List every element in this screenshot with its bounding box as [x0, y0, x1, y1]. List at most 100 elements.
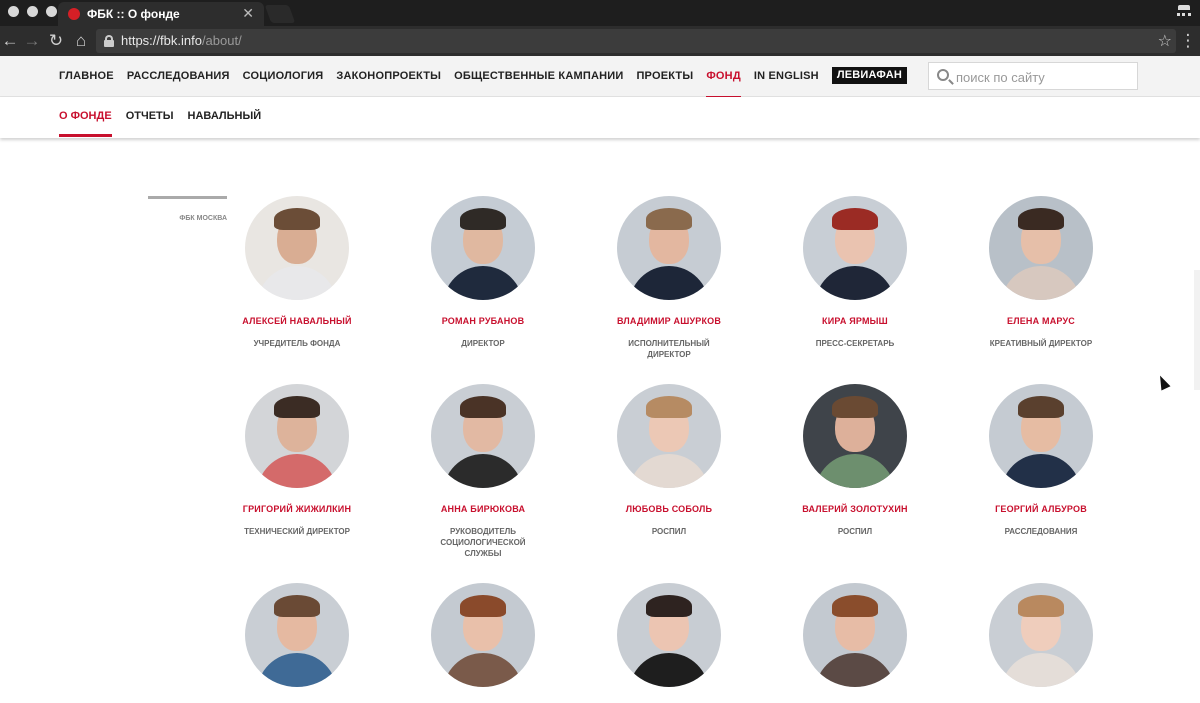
- site-main-nav: ГЛАВНОЕ РАССЛЕДОВАНИЯ СОЦИОЛОГИЯ ЗАКОНОПРОЕ…: [0, 56, 1200, 99]
- avatar-body: [443, 454, 523, 488]
- avatar-hair: [646, 595, 692, 617]
- team-member-card[interactable]: ВАЛЕРИЙ ЗОЛОТУХИН РОСПИЛ: [755, 384, 955, 537]
- favicon-icon: [68, 8, 80, 20]
- nav-item[interactable]: ФОНД: [706, 70, 741, 99]
- nav-item[interactable]: ПРОЕКТЫ: [636, 70, 693, 84]
- reload-button[interactable]: ↻: [46, 31, 66, 51]
- address-bar[interactable]: https://fbk.info/about/ ☆: [96, 29, 1176, 53]
- member-name[interactable]: КИРА ЯРМЫШ: [755, 316, 955, 326]
- avatar-body: [257, 266, 337, 300]
- subnav-item[interactable]: НАВАЛЬНЫЙ: [188, 110, 262, 122]
- avatar[interactable]: [803, 384, 907, 488]
- avatar[interactable]: [431, 583, 535, 687]
- avatar[interactable]: [245, 196, 349, 300]
- member-name[interactable]: ГЕОРГИЙ АЛБУРОВ: [941, 504, 1141, 514]
- tab-close-icon[interactable]: ✕: [242, 5, 254, 22]
- team-member-card[interactable]: [941, 583, 1141, 703]
- window-controls: [8, 6, 57, 17]
- avatar[interactable]: [245, 384, 349, 488]
- avatar[interactable]: [431, 196, 535, 300]
- sub-nav-list: О ФОНДЕ ОТЧЕТЫ НАВАЛЬНЫЙ: [59, 110, 275, 137]
- member-name[interactable]: ЕЛЕНА МАРУС: [941, 316, 1141, 326]
- new-tab-button[interactable]: [264, 5, 296, 23]
- avatar[interactable]: [803, 583, 907, 687]
- avatar-body: [257, 454, 337, 488]
- search-icon: [937, 69, 949, 81]
- avatar-body: [815, 653, 895, 687]
- search-input[interactable]: [956, 68, 1131, 86]
- avatar-hair: [274, 396, 320, 418]
- subnav-item[interactable]: ОТЧЕТЫ: [126, 110, 174, 122]
- avatar-hair: [460, 396, 506, 418]
- avatar[interactable]: [245, 583, 349, 687]
- nav-item[interactable]: ГЛАВНОЕ: [59, 70, 114, 84]
- forward-button[interactable]: →: [22, 31, 42, 51]
- team-member-card[interactable]: [569, 583, 769, 703]
- team-member-card[interactable]: [755, 583, 955, 703]
- member-name[interactable]: РОМАН РУБАНОВ: [383, 316, 583, 326]
- avatar-body: [815, 266, 895, 300]
- nav-item[interactable]: ОБЩЕСТВЕННЫЕ КАМПАНИИ: [454, 70, 623, 84]
- member-name[interactable]: ГРИГОРИЙ ЖИЖИЛКИН: [197, 504, 397, 514]
- avatar-body: [1001, 454, 1081, 488]
- team-member-card[interactable]: КИРА ЯРМЫШ ПРЕСС-СЕКРЕТАРЬ: [755, 196, 955, 349]
- team-member-card[interactable]: ЛЮБОВЬ СОБОЛЬ РОСПИЛ: [569, 384, 769, 537]
- team-member-card[interactable]: АЛЕКСЕЙ НАВАЛЬНЫЙ УЧРЕДИТЕЛЬ ФОНДА: [197, 196, 397, 349]
- bookmark-star-icon[interactable]: ☆: [1158, 31, 1172, 51]
- nav-item[interactable]: СОЦИОЛОГИЯ: [243, 70, 324, 84]
- team-member-card[interactable]: ГЕОРГИЙ АЛБУРОВ РАССЛЕДОВАНИЯ: [941, 384, 1141, 537]
- minimize-window-button[interactable]: [27, 6, 38, 17]
- avatar[interactable]: [803, 196, 907, 300]
- avatar-body: [443, 653, 523, 687]
- back-button[interactable]: ←: [0, 31, 20, 51]
- nav-item[interactable]: ЛЕВИАФАН: [831, 67, 907, 84]
- browser-tab-bar: ФБК :: О фонде ✕: [0, 0, 1200, 26]
- browser-menu-button[interactable]: ⋮: [1178, 31, 1198, 51]
- team-member-card[interactable]: РОМАН РУБАНОВ ДИРЕКТОР: [383, 196, 583, 349]
- mouse-cursor-icon: [1155, 373, 1171, 391]
- close-window-button[interactable]: [8, 6, 19, 17]
- browser-tab[interactable]: ФБК :: О фонде ✕: [58, 2, 264, 26]
- avatar[interactable]: [989, 384, 1093, 488]
- avatar-hair: [274, 208, 320, 230]
- avatar-body: [257, 653, 337, 687]
- avatar-hair: [274, 595, 320, 617]
- home-button[interactable]: ⌂: [71, 31, 91, 51]
- avatar-body: [815, 454, 895, 488]
- team-member-card[interactable]: ВЛАДИМИР АШУРКОВ ИСПОЛНИТЕЛЬНЫЙ ДИРЕКТОР: [569, 196, 769, 360]
- subnav-item[interactable]: О ФОНДЕ: [59, 110, 112, 137]
- maximize-window-button[interactable]: [46, 6, 57, 17]
- scrollbar[interactable]: [1194, 270, 1200, 390]
- url-text: https://fbk.info/about/: [121, 33, 242, 48]
- member-role: УЧРЕДИТЕЛЬ ФОНДА: [253, 339, 341, 348]
- nav-item[interactable]: IN ENGLISH: [754, 70, 819, 84]
- member-name[interactable]: АЛЕКСЕЙ НАВАЛЬНЫЙ: [197, 316, 397, 326]
- member-name[interactable]: АННА БИРЮКОВА: [383, 504, 583, 514]
- member-role: ТЕХНИЧЕСКИЙ ДИРЕКТОР: [244, 527, 350, 536]
- avatar[interactable]: [431, 384, 535, 488]
- team-member-card[interactable]: [383, 583, 583, 703]
- avatar[interactable]: [617, 583, 721, 687]
- avatar-hair: [832, 396, 878, 418]
- avatar[interactable]: [617, 196, 721, 300]
- member-name[interactable]: ВЛАДИМИР АШУРКОВ: [569, 316, 769, 326]
- member-name[interactable]: ЛЮБОВЬ СОБОЛЬ: [569, 504, 769, 514]
- team-member-card[interactable]: ГРИГОРИЙ ЖИЖИЛКИН ТЕХНИЧЕСКИЙ ДИРЕКТОР: [197, 384, 397, 537]
- site-sub-nav: О ФОНДЕ ОТЧЕТЫ НАВАЛЬНЫЙ: [0, 97, 1200, 138]
- avatar-body: [629, 454, 709, 488]
- team-member-card[interactable]: АННА БИРЮКОВА РУКОВОДИТЕЛЬ СОЦИОЛОГИЧЕСКО…: [383, 384, 583, 559]
- member-role: РУКОВОДИТЕЛЬ СОЦИОЛОГИЧЕСКОЙ СЛУЖБЫ: [440, 527, 526, 558]
- member-role: ДИРЕКТОР: [461, 339, 505, 348]
- team-member-card[interactable]: ЕЛЕНА МАРУС КРЕАТИВНЫЙ ДИРЕКТОР: [941, 196, 1141, 349]
- avatar[interactable]: [617, 384, 721, 488]
- site-search[interactable]: [928, 62, 1138, 90]
- main-nav-list: ГЛАВНОЕ РАССЛЕДОВАНИЯ СОЦИОЛОГИЯ ЗАКОНОПРОЕ…: [59, 67, 920, 99]
- member-name[interactable]: ВАЛЕРИЙ ЗОЛОТУХИН: [755, 504, 955, 514]
- team-member-card[interactable]: [197, 583, 397, 703]
- avatar-body: [443, 266, 523, 300]
- nav-item[interactable]: РАССЛЕДОВАНИЯ: [127, 70, 230, 84]
- avatar[interactable]: [989, 583, 1093, 687]
- avatar[interactable]: [989, 196, 1093, 300]
- nav-item[interactable]: ЗАКОНОПРОЕКТЫ: [336, 70, 441, 84]
- avatar-hair: [646, 208, 692, 230]
